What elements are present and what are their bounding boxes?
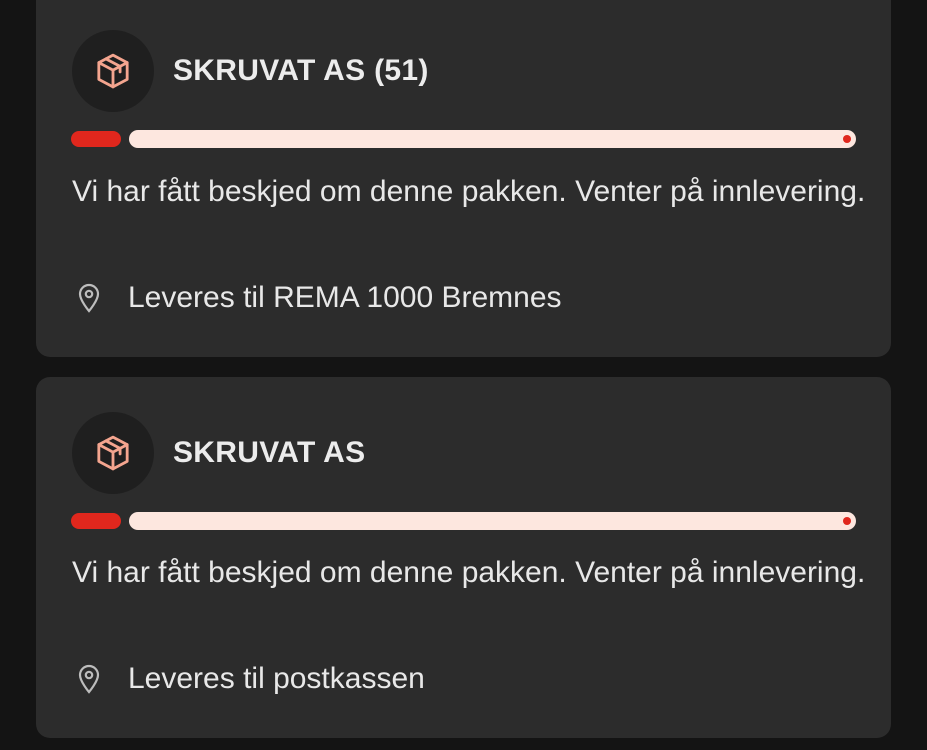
location-pin-icon <box>76 283 102 313</box>
shipment-list: SKRUVAT AS (51) Vi har fått beskjed om d… <box>0 0 927 750</box>
shipment-card[interactable]: SKRUVAT AS (51) Vi har fått beskjed om d… <box>36 0 891 357</box>
progress-completed-segment <box>71 131 121 147</box>
shipment-progress-bar <box>71 130 856 148</box>
progress-remaining-segment <box>129 512 856 530</box>
shipment-status-text: Vi har fått beskjed om denne pakken. Ven… <box>72 556 866 589</box>
package-icon <box>72 412 154 494</box>
delivery-text: Leveres til postkassen <box>128 662 425 695</box>
progress-remaining-segment <box>129 130 856 148</box>
package-icon <box>72 30 154 112</box>
shipment-status-text: Vi har fått beskjed om denne pakken. Ven… <box>72 175 866 208</box>
delivery-location: Leveres til REMA 1000 Bremnes <box>76 281 562 315</box>
shipment-card[interactable]: SKRUVAT AS Vi har fått beskjed om denne … <box>36 377 891 738</box>
sender-name: SKRUVAT AS (51) <box>173 54 429 87</box>
shipment-progress-bar <box>71 512 856 530</box>
progress-end-dot <box>843 135 851 143</box>
progress-completed-segment <box>71 513 121 529</box>
shipment-header: SKRUVAT AS <box>72 412 365 494</box>
delivery-location: Leveres til postkassen <box>76 662 425 696</box>
progress-end-dot <box>843 517 851 525</box>
delivery-text: Leveres til REMA 1000 Bremnes <box>128 281 562 314</box>
sender-name: SKRUVAT AS <box>173 436 366 469</box>
location-pin-icon <box>76 664 102 694</box>
shipment-header: SKRUVAT AS (51) <box>72 30 429 112</box>
